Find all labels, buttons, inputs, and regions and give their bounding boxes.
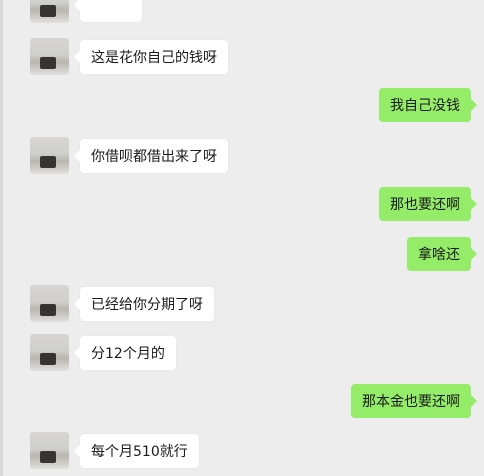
contact-avatar[interactable] [30,334,69,371]
message-row-outgoing: 我自己没钱 [0,86,484,126]
message-row-outgoing: 那也要还啊 [0,185,484,225]
contact-avatar[interactable] [30,285,69,322]
chat-message-list[interactable]: 这是花你自己的钱呀 我自己没钱 你借呗都借出来了呀 那也要还啊 拿啥还 已经给你… [0,0,484,476]
outgoing-message-bubble[interactable]: 拿啥还 [407,237,477,271]
message-row-incoming: 你借呗都借出来了呀 [0,137,484,177]
message-row-outgoing: 拿啥还 [0,235,484,275]
contact-avatar[interactable] [30,432,69,469]
outgoing-message-bubble[interactable]: 那本金也要还啊 [351,384,477,418]
incoming-message-bubble[interactable]: 每个月510就行 [74,434,199,468]
message-row-incoming: 每个月510就行 [0,432,484,472]
incoming-message-bubble[interactable]: 这是花你自己的钱呀 [74,40,228,74]
message-row-incoming: 已经给你分期了呀 [0,285,484,325]
message-row-incoming: 分12个月的 [0,334,484,374]
incoming-message-bubble[interactable] [74,0,142,22]
outgoing-message-bubble[interactable]: 那也要还啊 [379,187,477,221]
incoming-message-bubble[interactable]: 分12个月的 [74,336,176,370]
outgoing-message-bubble[interactable]: 我自己没钱 [379,88,477,122]
incoming-message-bubble[interactable]: 你借呗都借出来了呀 [74,139,228,173]
message-row-incoming: 这是花你自己的钱呀 [0,38,484,78]
message-row-incoming [0,0,484,26]
contact-avatar[interactable] [30,0,69,23]
incoming-message-bubble[interactable]: 已经给你分期了呀 [74,287,214,321]
message-row-outgoing: 那本金也要还啊 [0,382,484,422]
contact-avatar[interactable] [30,38,69,75]
contact-avatar[interactable] [30,137,69,174]
